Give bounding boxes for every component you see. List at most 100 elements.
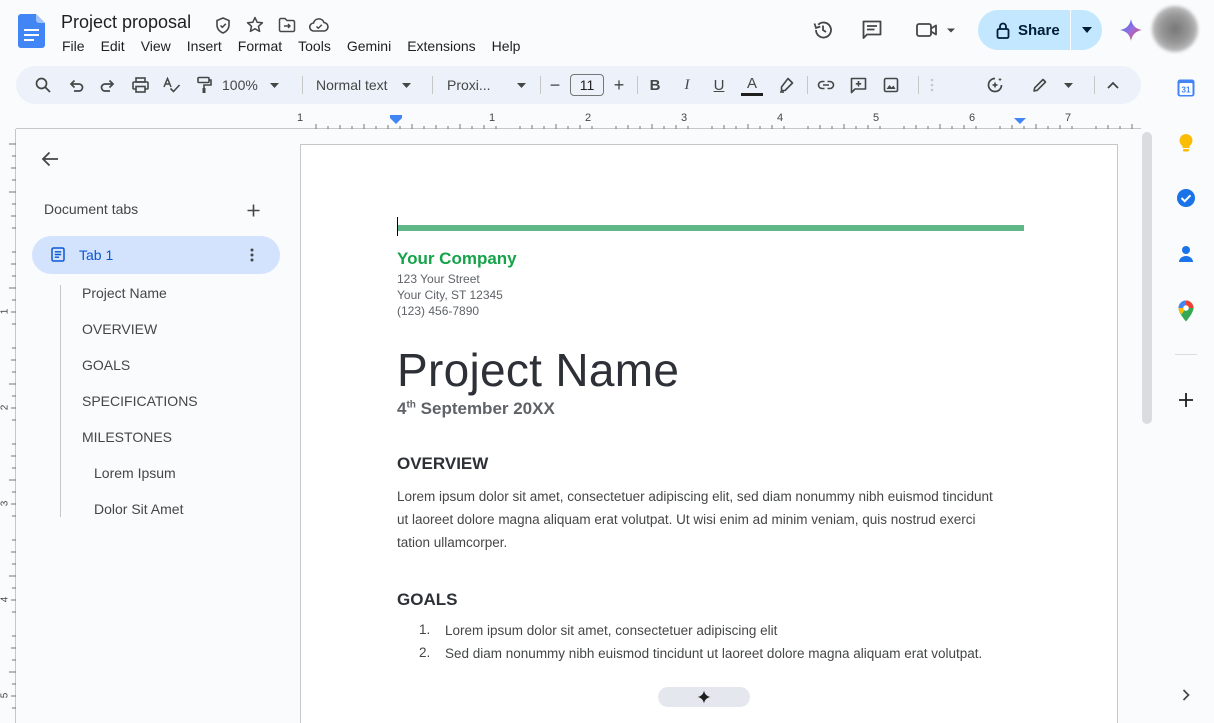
- tab-options-icon[interactable]: [242, 245, 262, 265]
- cloud-icon[interactable]: [308, 14, 330, 36]
- toolbar-divider: [807, 76, 808, 94]
- caret-down-icon: [269, 82, 279, 88]
- document-page[interactable]: Your Company 123 Your Street Your City, …: [300, 144, 1118, 723]
- google-docs-window: Project proposal File Edit View Insert F…: [0, 0, 1214, 723]
- font-size-input[interactable]: 11: [570, 74, 604, 96]
- menu-help[interactable]: Help: [492, 37, 521, 55]
- search-menus-icon[interactable]: [30, 66, 56, 104]
- paint-format-icon[interactable]: [191, 66, 217, 104]
- share-dropdown[interactable]: [1071, 10, 1102, 50]
- side-panel: 31: [1159, 64, 1214, 723]
- paragraph-style-select[interactable]: Normal text: [316, 66, 420, 104]
- lock-icon: [996, 22, 1010, 39]
- maps-icon[interactable]: [1174, 299, 1198, 323]
- gemini-assist-pill[interactable]: [658, 687, 750, 707]
- vertical-ruler[interactable]: 1 2 3 4 5: [0, 129, 16, 723]
- toolbar-divider: [637, 76, 638, 94]
- underline-button[interactable]: U: [709, 66, 729, 104]
- toolbar-divider: [540, 76, 541, 94]
- comment-icon[interactable]: [860, 18, 884, 42]
- italic-button[interactable]: I: [677, 66, 697, 104]
- ai-refine-icon[interactable]: [982, 66, 1008, 104]
- font-select[interactable]: Proxi...: [447, 66, 533, 104]
- calendar-icon[interactable]: 31: [1174, 76, 1198, 100]
- account-avatar[interactable]: [1152, 6, 1198, 52]
- goals-heading: GOALS: [397, 590, 458, 609]
- outline-item[interactable]: GOALS: [82, 357, 130, 373]
- caret-down-icon: [1063, 82, 1073, 88]
- gemini-icon[interactable]: [1118, 17, 1144, 43]
- history-icon[interactable]: [811, 18, 835, 42]
- vertical-scrollbar[interactable]: [1142, 132, 1152, 424]
- contacts-icon[interactable]: [1174, 242, 1198, 266]
- document-title[interactable]: Project proposal: [61, 12, 191, 33]
- outline-item[interactable]: Project Name: [82, 285, 167, 301]
- outline-item[interactable]: OVERVIEW: [82, 321, 157, 337]
- menu-format[interactable]: Format: [238, 37, 282, 55]
- undo-icon[interactable]: [63, 66, 89, 104]
- expand-side-panel-icon[interactable]: [1175, 684, 1197, 706]
- date-suffix: th: [406, 399, 416, 411]
- insert-image-icon[interactable]: [878, 66, 904, 104]
- menu-view[interactable]: View: [141, 37, 171, 55]
- outline-item[interactable]: SPECIFICATIONS: [82, 393, 198, 409]
- ruler-number: 4: [777, 112, 784, 124]
- highlight-icon[interactable]: [774, 66, 798, 104]
- zoom-select[interactable]: 100%: [222, 66, 292, 104]
- document-tabs-title: Document tabs: [44, 201, 139, 217]
- menu-bar: File Edit View Insert Format Tools Gemin…: [62, 37, 536, 55]
- outline-item[interactable]: Dolor Sit Amet: [94, 501, 183, 517]
- side-panel-divider: [1175, 354, 1197, 355]
- menu-edit[interactable]: Edit: [101, 37, 125, 55]
- ruler-number: 5: [0, 692, 11, 699]
- add-comment-icon[interactable]: [845, 66, 871, 104]
- text-color-button[interactable]: A: [740, 66, 764, 104]
- menu-file[interactable]: File: [62, 37, 85, 55]
- increase-font-size-button[interactable]: +: [610, 66, 628, 104]
- meet-icon[interactable]: [914, 18, 958, 42]
- toolbar-divider: [302, 76, 303, 94]
- decrease-font-size-button[interactable]: −: [546, 66, 564, 104]
- share-main[interactable]: Share: [978, 10, 1070, 50]
- tasks-icon[interactable]: [1174, 186, 1198, 210]
- list-number: 2.: [419, 645, 431, 660]
- spellcheck-icon[interactable]: [159, 66, 185, 104]
- caret-down-icon: [401, 82, 411, 88]
- menu-insert[interactable]: Insert: [187, 37, 222, 55]
- address-line: Your City, ST 12345: [397, 288, 503, 302]
- menu-tools[interactable]: Tools: [298, 37, 331, 55]
- horizontal-ruler[interactable]: 1 1 2 3 4 5 6 7: [16, 112, 1141, 129]
- back-arrow-icon[interactable]: [38, 147, 62, 171]
- document-tabs-panel: Document tabs Tab 1 Project Name OVERVIE…: [16, 129, 300, 723]
- address-line: (123) 456-7890: [397, 304, 480, 318]
- keep-icon[interactable]: [1174, 131, 1198, 155]
- redo-icon[interactable]: [95, 66, 121, 104]
- date-rest: September 20XX: [415, 399, 555, 418]
- collapse-menus-icon[interactable]: [1102, 66, 1124, 104]
- bold-button[interactable]: B: [645, 66, 665, 104]
- print-icon[interactable]: [127, 66, 153, 104]
- docs-logo-icon[interactable]: [18, 14, 45, 48]
- add-addon-icon[interactable]: [1174, 388, 1198, 412]
- shield-icon[interactable]: [212, 14, 234, 36]
- share-button[interactable]: Share: [978, 10, 1102, 50]
- outline-item[interactable]: MILESTONES: [82, 429, 172, 445]
- font-value: Proxi...: [447, 77, 491, 93]
- tab-1[interactable]: Tab 1: [32, 236, 280, 274]
- link-icon[interactable]: [813, 66, 839, 104]
- menu-gemini[interactable]: Gemini: [347, 37, 391, 55]
- ruler-number: 7: [1065, 112, 1072, 124]
- ruler-number: 1: [489, 112, 496, 124]
- overview-paragraph: Lorem ipsum dolor sit amet, consectetuer…: [397, 489, 993, 550]
- header-accent-bar: [398, 225, 1024, 231]
- toolbar-divider: [918, 76, 919, 94]
- move-folder-icon[interactable]: [276, 14, 298, 36]
- zoom-value: 100%: [222, 77, 258, 93]
- more-options-icon[interactable]: [927, 66, 937, 104]
- star-icon[interactable]: [244, 14, 266, 36]
- outline-item[interactable]: Lorem Ipsum: [94, 465, 176, 481]
- menu-extensions[interactable]: Extensions: [407, 37, 475, 55]
- editing-mode-select[interactable]: [1024, 66, 1080, 104]
- tab-1-label: Tab 1: [79, 247, 114, 263]
- add-tab-icon[interactable]: [242, 199, 264, 221]
